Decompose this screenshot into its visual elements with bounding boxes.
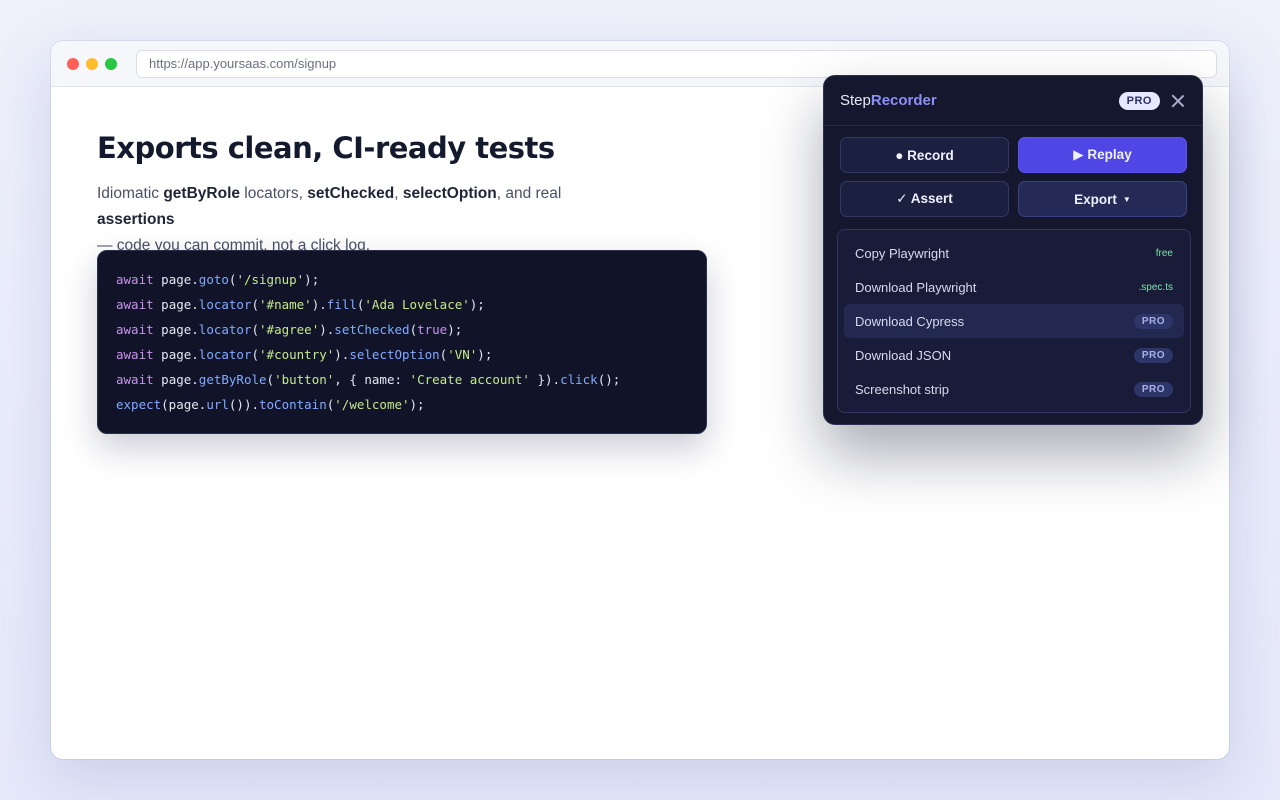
subtitle-text: Idiomatic: [97, 185, 164, 202]
code-line: await page.locator('#name').fill('Ada Lo…: [116, 297, 485, 312]
assert-button[interactable]: ✓ Assert: [840, 181, 1009, 217]
subtitle-bold: selectOption: [402, 185, 497, 202]
panel-header: StepRecorder PRO: [824, 76, 1202, 126]
close-window-dot[interactable]: [67, 57, 79, 70]
page-subtitle: Idiomatic getByRole locators, setChecked…: [97, 181, 637, 259]
maximize-window-dot[interactable]: [105, 57, 117, 70]
export-button[interactable]: Export ▼: [1018, 181, 1187, 217]
code-line: await page.goto('/signup');: [116, 272, 320, 287]
menu-item-screenshot-strip[interactable]: Screenshot strip PRO: [844, 372, 1184, 406]
address-bar[interactable]: https://app.yoursaas.com/signup: [136, 49, 1217, 78]
hero-section: Exports clean, CI-ready tests Idiomatic …: [97, 129, 717, 259]
pro-badge: PRO: [1118, 91, 1160, 110]
export-button-label: Export: [1074, 191, 1117, 207]
brand-name-plain: Step: [840, 92, 871, 109]
menu-item-label: Download Playwright: [855, 279, 977, 295]
menu-item-label: Copy Playwright: [855, 245, 949, 261]
menu-item-download-json[interactable]: Download JSON PRO: [844, 338, 1184, 372]
code-line: await page.getByRole('button', { name: '…: [116, 372, 621, 387]
code-line: await page.locator('#agree').setChecked(…: [116, 322, 463, 337]
file-extension-badge: .spec.ts: [1138, 281, 1173, 293]
subtitle-text: ,: [394, 185, 403, 202]
free-badge: free: [1155, 247, 1173, 259]
code-line: await page.locator('#country').selectOpt…: [116, 347, 493, 362]
menu-item-copy-playwright[interactable]: Copy Playwright free: [844, 236, 1184, 270]
subtitle-text: , and real: [496, 185, 562, 202]
minimize-window-dot[interactable]: [86, 57, 98, 70]
menu-item-download-cypress[interactable]: Download Cypress PRO: [844, 304, 1184, 338]
subtitle-bold: getByRole: [163, 185, 240, 202]
brand-logo: StepRecorder: [840, 92, 937, 109]
step-recorder-panel: StepRecorder PRO ● Record ▶ Replay ✓ Ass…: [823, 75, 1203, 425]
replay-button[interactable]: ▶ Replay: [1018, 137, 1187, 173]
subtitle-bold: setChecked: [307, 185, 395, 202]
code-block: await page.goto('/signup'); await page.l…: [97, 250, 707, 434]
subtitle-text: locators,: [240, 185, 308, 202]
pro-badge: PRO: [1133, 313, 1173, 329]
chevron-down-icon: ▼: [1122, 194, 1131, 204]
record-button[interactable]: ● Record: [840, 137, 1009, 173]
action-buttons: ● Record ▶ Replay ✓ Assert Export ▼: [840, 137, 1187, 217]
address-bar-url: https://app.yoursaas.com/signup: [149, 56, 337, 71]
menu-item-label: Download JSON: [855, 347, 952, 363]
code-line: expect(page.url()).toContain('/welcome')…: [116, 397, 425, 412]
page-title: Exports clean, CI-ready tests: [97, 131, 555, 165]
pro-badge: PRO: [1133, 347, 1173, 363]
export-menu: Copy Playwright free Download Playwright…: [837, 229, 1191, 413]
brand-name-accent: Recorder: [870, 92, 937, 109]
pro-badge: PRO: [1133, 381, 1173, 397]
close-icon[interactable]: [1170, 93, 1186, 109]
menu-item-download-playwright[interactable]: Download Playwright .spec.ts: [844, 270, 1184, 304]
menu-item-label: Screenshot strip: [855, 381, 949, 397]
subtitle-bold: assertions: [97, 211, 175, 228]
menu-item-label: Download Cypress: [855, 313, 965, 329]
